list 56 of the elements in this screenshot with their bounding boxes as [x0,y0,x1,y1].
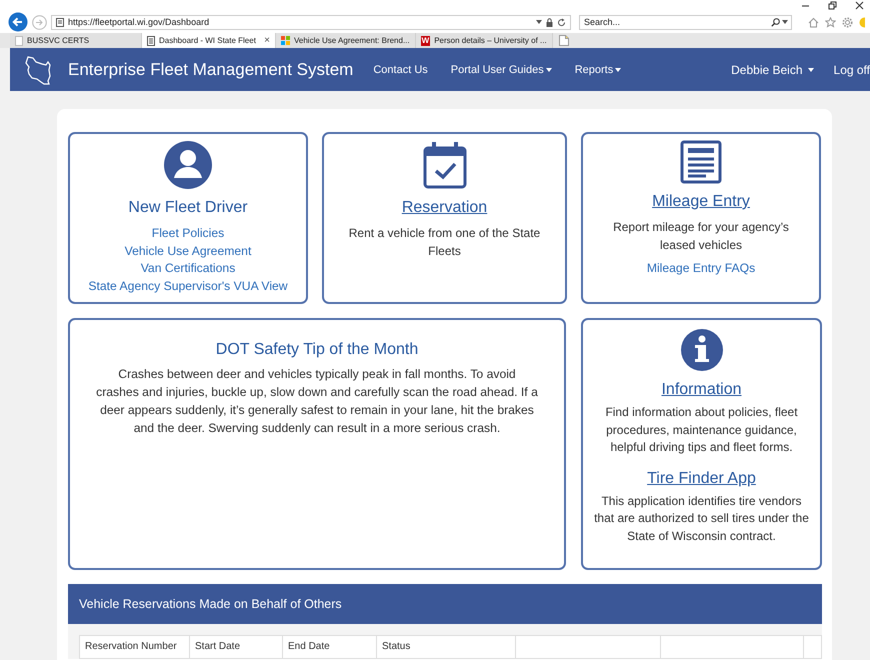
info-icon [680,328,724,372]
safety-tip-title: DOT Safety Tip of the Month [216,340,418,360]
windows-tiles-icon [281,36,290,45]
browser-tab[interactable]: Vehicle Use Agreement: Brend... [276,33,416,48]
page-icon [147,36,155,46]
new-tab-icon[interactable] [558,35,569,46]
search-field[interactable]: Search... [579,14,792,30]
browser-tab[interactable]: BUSSVC CERTS [10,33,142,48]
page-icon [56,18,64,26]
section-title-link[interactable]: Tire Finder App [647,466,756,490]
column-header: Reservation Number [80,636,190,658]
user-icon [163,140,213,190]
tile-description: Report mileage for your agency’s leased vehicles [612,219,790,254]
calendar-check-icon [422,140,468,190]
close-icon[interactable] [855,1,864,10]
app-title: Enterprise Fleet Management System [68,60,354,80]
close-tab-icon[interactable]: × [264,35,270,46]
lock-icon [546,18,553,26]
section-description: This application identifies tire vendors that are authorized to sell tires under the State of Wisconsin contract. [593,492,810,545]
tile-link[interactable]: Van Certifications [140,260,236,278]
nav-link[interactable]: Contact Us [373,64,428,76]
column-header: End Date [283,636,377,658]
browser-tab[interactable]: Dashboard - WI State Fleet × [142,33,276,48]
safety-tip-text: Crashes between deer and vehicles typically peak in fall months. To avoid crashes and injuries, buckle up, slow down and carefully scan the road ahead. If a deer appears suddenly, it’s generally safest to remain in your lane, hit the brakes and the deer. Swerving suddenly can result in a more serious crash. [96,366,538,438]
nav-link[interactable]: Log off [834,62,870,76]
url-text: https://fleetportal.wi.gov/Dashboard [68,17,210,27]
panel-header: Vehicle Reservations Made on Behalf of Others [68,584,822,624]
page-icon [15,36,23,46]
letter-icon: W [420,36,430,46]
search-icon[interactable] [771,18,780,26]
home-icon[interactable] [808,16,819,28]
section-description: Find information about policies, fleet procedures, maintenance guidance, helpful driving tips and fleet forms. [604,404,799,456]
column-header: Status [377,636,516,658]
tile-link[interactable]: Vehicle Use Agreement [124,242,252,260]
dropdown-icon[interactable] [536,20,542,24]
browser-tab[interactable]: W Person details – University of ... [416,33,553,48]
tile-link[interactable]: Fleet Policies [152,225,224,243]
form-icon [680,140,722,184]
tile-title-link[interactable]: Mileage Entry [652,190,750,214]
column-header: Start Date [190,636,283,658]
tile-link[interactable]: State Agency Supervisor's VUA View [88,278,288,296]
gear-icon[interactable] [842,16,853,28]
star-icon[interactable] [825,16,836,28]
tile-title-link[interactable]: Reservation [402,196,488,220]
restore-icon[interactable] [828,1,837,10]
nav-link[interactable]: Debbie Beich [731,62,814,76]
tile-description: Rent a vehicle from one of the State Fleets [348,225,542,260]
nav-link[interactable]: Portal User Guides [450,64,552,76]
tile-title: New Fleet Driver [128,198,248,218]
section-title-link[interactable]: Information [661,378,742,402]
address-bar[interactable]: https://fleetportal.wi.gov/Dashboard [51,14,571,30]
dropdown-icon[interactable] [782,20,788,24]
refresh-icon[interactable] [557,18,566,26]
tile-link[interactable]: Mileage Entry FAQs [646,260,756,278]
nav-link[interactable]: Reports [574,64,622,76]
back-icon[interactable] [8,12,28,32]
